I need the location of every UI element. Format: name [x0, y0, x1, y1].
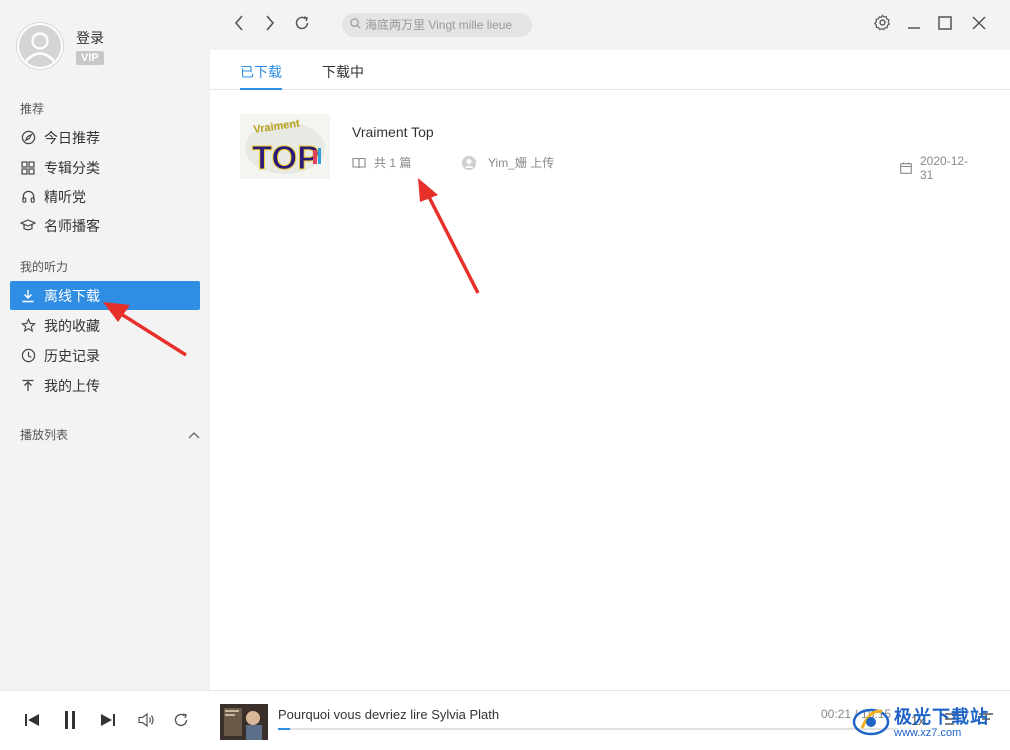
- episode-count-label: 共 1 篇: [374, 156, 412, 170]
- book-icon: [352, 157, 366, 169]
- compass-icon: [20, 130, 36, 146]
- pause-button[interactable]: [59, 710, 81, 735]
- tab-downloaded[interactable]: 已下载: [240, 62, 282, 82]
- sidebar-item-label: 离线下载: [44, 287, 100, 304]
- settings-button[interactable]: [871, 14, 893, 36]
- download-tabs: 已下载 下载中: [210, 50, 1010, 90]
- minimize-button[interactable]: [903, 14, 925, 36]
- watermark-logo-icon: [852, 708, 890, 736]
- sidebar-item-label: 历史记录: [44, 347, 100, 364]
- search-box[interactable]: [342, 13, 532, 37]
- graduation-cap-icon: [20, 218, 36, 234]
- skip-previous-icon: [24, 713, 40, 732]
- upload-icon: [20, 378, 36, 394]
- tab-downloading[interactable]: 下载中: [322, 62, 364, 82]
- sidebar-item-label: 我的收藏: [44, 317, 100, 334]
- sidebar-item-label: 名师播客: [44, 217, 100, 234]
- sidebar-item-favorites[interactable]: 我的收藏: [10, 311, 200, 340]
- track-cover[interactable]: [220, 704, 268, 740]
- refresh-icon: [294, 15, 310, 36]
- refresh-button[interactable]: [291, 14, 313, 36]
- sidebar-item-label: 精听党: [44, 188, 86, 205]
- close-button[interactable]: [968, 14, 990, 36]
- sidebar-item-label: 今日推荐: [44, 129, 100, 146]
- uploader-info: Yim_姗 上传: [462, 154, 554, 171]
- playlist-title: 播放列表: [20, 428, 69, 442]
- pause-icon: [63, 710, 77, 735]
- calendar-icon: [900, 162, 912, 174]
- sidebar-item-history[interactable]: 历史记录: [10, 341, 200, 370]
- sidebar-item-label: 专辑分类: [44, 159, 100, 176]
- episode-count: 共 1 篇: [352, 154, 411, 171]
- volume-button[interactable]: [136, 711, 158, 733]
- gear-icon: [873, 14, 891, 36]
- maximize-icon: [938, 15, 952, 35]
- sidebar-item-podcast[interactable]: 名师播客: [10, 211, 200, 240]
- album-card[interactable]: Vraiment TOP Vraiment Top 共 1 篇 Yim_姗 上传…: [240, 114, 980, 182]
- download-icon: [20, 288, 36, 304]
- my-section-title: 我的听力: [20, 260, 69, 274]
- arrow-to-episode-count: [418, 178, 480, 294]
- user-icon: [17, 23, 63, 69]
- previous-button[interactable]: [21, 711, 43, 733]
- top-bar: [210, 0, 1010, 50]
- recommend-section-title: 推荐: [20, 102, 45, 116]
- login-link[interactable]: 登录: [76, 28, 104, 48]
- clock-icon: [20, 348, 36, 364]
- playlist-section[interactable]: 播放列表: [20, 426, 200, 443]
- sidebar: 登录 VIP 推荐 今日推荐 专辑分类 精听党 名师播客 我的听力 离线下载 我…: [0, 0, 210, 690]
- skip-next-icon: [100, 713, 116, 732]
- chevron-right-icon: [265, 14, 275, 36]
- progress-bar[interactable]: [278, 728, 898, 730]
- sidebar-item-offline-download[interactable]: 离线下载: [10, 281, 200, 310]
- uploader-label: Yim_姗 上传: [488, 156, 555, 170]
- repeat-icon: [173, 712, 189, 733]
- track-title[interactable]: Pourquoi vous devriez lire Sylvia Plath: [278, 707, 499, 722]
- sidebar-item-today[interactable]: 今日推荐: [10, 123, 200, 152]
- download-date: 2020-12-31: [900, 154, 980, 182]
- sidebar-item-label: 我的上传: [44, 377, 100, 394]
- date-label: 2020-12-31: [920, 154, 969, 182]
- uploader-avatar: [462, 155, 476, 170]
- watermark-text: 极光下载站: [894, 707, 989, 727]
- chevron-left-icon: [234, 14, 244, 36]
- profile[interactable]: 登录 VIP: [16, 22, 104, 70]
- sidebar-item-categories[interactable]: 专辑分类: [10, 153, 200, 182]
- maximize-button[interactable]: [934, 14, 956, 36]
- search-input[interactable]: [365, 18, 525, 32]
- star-icon: [20, 318, 36, 334]
- minimize-icon: [907, 16, 921, 35]
- cover-main-text: TOP: [252, 139, 319, 176]
- headphones-icon: [20, 189, 36, 205]
- close-icon: [972, 15, 986, 35]
- sidebar-item-jingting[interactable]: 精听党: [10, 182, 200, 211]
- avatar[interactable]: [16, 22, 64, 70]
- album-cover[interactable]: Vraiment TOP: [240, 114, 330, 179]
- active-tab-indicator: [240, 88, 282, 90]
- chevron-up-icon[interactable]: [188, 428, 200, 442]
- repeat-button[interactable]: [170, 711, 192, 733]
- volume-icon: [138, 712, 156, 733]
- grid-icon: [20, 160, 36, 176]
- watermark: 极光下载站 www.xz7.com: [852, 698, 1010, 744]
- progress-fill: [278, 728, 291, 730]
- next-button[interactable]: [97, 711, 119, 733]
- forward-button[interactable]: [259, 14, 281, 36]
- album-title[interactable]: Vraiment Top: [352, 124, 434, 140]
- search-icon: [350, 16, 361, 34]
- back-button[interactable]: [228, 14, 250, 36]
- vip-badge: VIP: [76, 51, 104, 65]
- sidebar-item-uploads[interactable]: 我的上传: [10, 371, 200, 400]
